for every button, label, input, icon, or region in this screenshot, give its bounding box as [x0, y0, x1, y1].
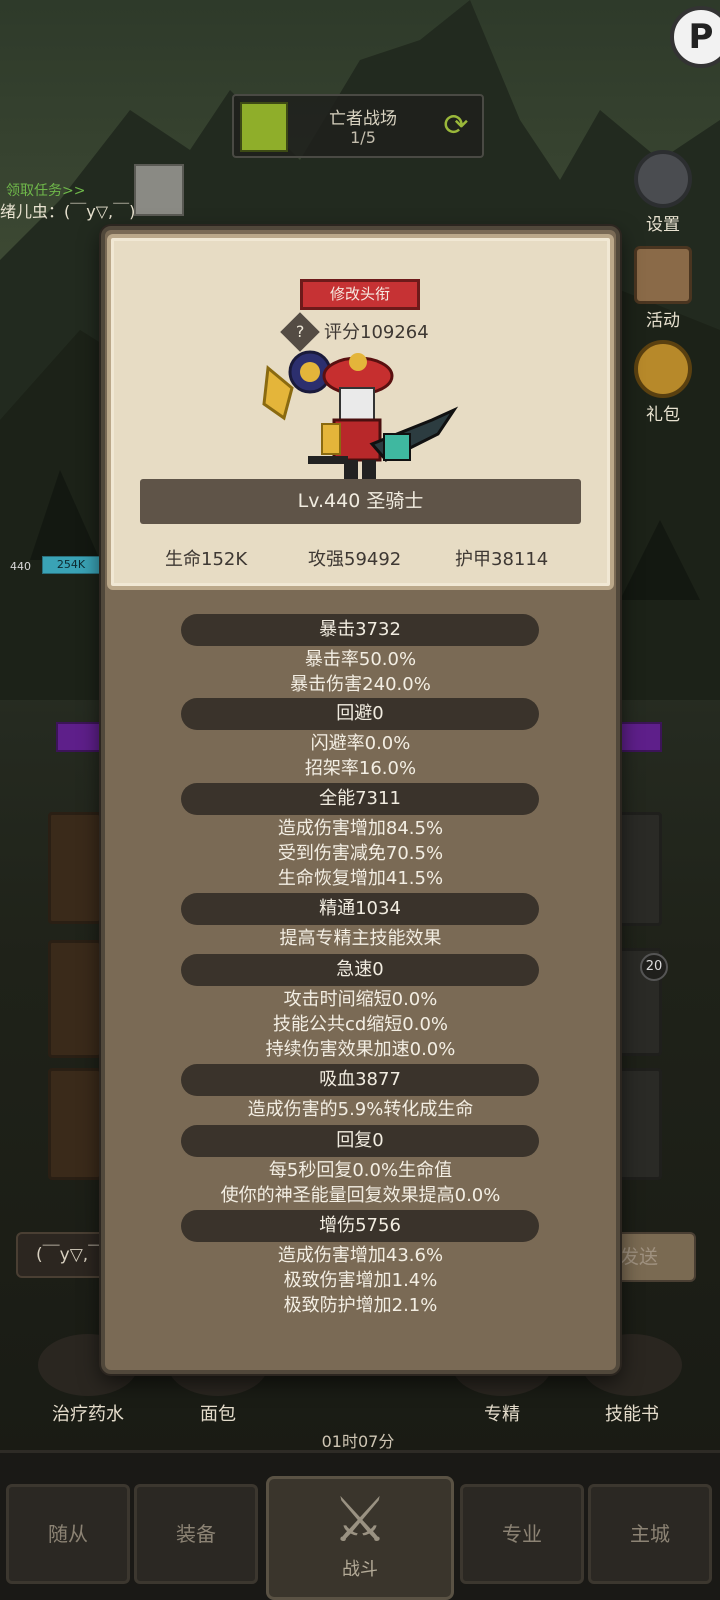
- stat-line: 极致防护增加2.1%: [283, 1295, 438, 1316]
- skill-slot-3[interactable]: [48, 1068, 102, 1180]
- stat-line: 造成伤害增加43.6%: [277, 1245, 444, 1266]
- stat-line: 持续伤害效果加速0.0%: [265, 1039, 456, 1060]
- settings-button[interactable]: 设置: [620, 150, 706, 235]
- stat-line: 受到伤害减免70.5%: [277, 843, 444, 864]
- score-label: 评分109264: [324, 322, 429, 343]
- stat-header-versatility: 全能7311: [181, 783, 539, 815]
- armor-stat: 护甲38114: [455, 549, 549, 570]
- nav-tab-battle[interactable]: ⚔ 战斗: [266, 1476, 454, 1600]
- nav-tab-equipment[interactable]: 装备: [134, 1484, 258, 1584]
- stage-indicator[interactable]: 亡者战场 1/5 ⟳: [232, 94, 484, 158]
- stat-line: 暴击率50.0%: [304, 649, 417, 670]
- chat-avatar-box: [134, 164, 184, 216]
- refresh-icon[interactable]: ⟳: [438, 108, 474, 144]
- activity-board-icon: [634, 246, 692, 304]
- stat-header-damage-boost: 增伤5756: [181, 1210, 539, 1242]
- stat-header-recovery: 回复0: [181, 1125, 539, 1157]
- slot-count-badge: 20: [640, 953, 668, 981]
- stat-header-lifesteal: 吸血3877: [181, 1064, 539, 1096]
- stat-line: 造成伤害增加84.5%: [277, 818, 444, 839]
- stat-header-mastery: 精通1034: [181, 893, 539, 925]
- gift-label: 礼包: [646, 405, 680, 425]
- nav-tab-main-city[interactable]: 主城: [588, 1484, 712, 1584]
- quest-link[interactable]: 领取任务>>: [6, 180, 85, 200]
- hp-stat: 生命152K: [165, 549, 248, 570]
- unit-level-tag: 440: [10, 560, 31, 573]
- gift-pot-icon: [634, 340, 692, 398]
- stat-line: 攻击时间缩短0.0%: [283, 989, 438, 1010]
- stat-line: 技能公共cd缩短0.0%: [272, 1014, 449, 1035]
- crossed-swords-icon: ⚔: [332, 1483, 388, 1556]
- stage-progress: 1/5: [350, 128, 376, 147]
- skill-slot-2[interactable]: [48, 940, 102, 1058]
- specialization-label: 专精: [484, 1404, 520, 1425]
- stat-line: 极致伤害增加1.4%: [283, 1270, 438, 1291]
- stat-line: 生命恢复增加41.5%: [277, 868, 444, 889]
- activity-label: 活动: [646, 311, 680, 331]
- rename-title-button[interactable]: 修改头衔: [300, 279, 420, 310]
- stat-header-crit: 暴击3732: [181, 614, 539, 646]
- stat-line: 造成伤害的5.9%转化成生命: [247, 1099, 474, 1120]
- bread-label: 面包: [200, 1404, 236, 1425]
- stat-line: 闪避率0.0%: [310, 733, 411, 754]
- stage-color-swatch: [240, 102, 288, 152]
- nav-tab-followers[interactable]: 随从: [6, 1484, 130, 1584]
- nav-tab-battle-label: 战斗: [342, 1559, 378, 1580]
- skill-book-label: 技能书: [605, 1404, 659, 1425]
- gear-icon: [634, 150, 692, 208]
- stat-line: 暴击伤害240.0%: [290, 674, 431, 695]
- stat-line: 提高专精主技能效果: [279, 928, 442, 949]
- activity-button[interactable]: 活动: [620, 246, 706, 331]
- stat-line: 每5秒回复0.0%生命值: [268, 1160, 453, 1181]
- paladin-avatar-icon: [262, 350, 459, 480]
- stat-line: 招架率16.0%: [304, 758, 417, 779]
- stat-header-haste: 急速0: [181, 954, 539, 986]
- stat-header-avoidance: 回避0: [181, 698, 539, 730]
- nav-tab-profession[interactable]: 专业: [460, 1484, 584, 1584]
- gift-button[interactable]: 礼包: [620, 340, 706, 425]
- unit-hp-bar: 254K: [42, 556, 100, 574]
- settings-label: 设置: [646, 215, 680, 235]
- level-class-banner: Lv.440 圣骑士: [140, 479, 581, 524]
- chat-message: 绪儿虫：(￣y▽,￣): [0, 202, 136, 221]
- skill-slot-1[interactable]: [48, 812, 102, 924]
- stat-line: 使你的神圣能量回复效果提高0.0%: [220, 1185, 501, 1206]
- stage-title: 亡者战场: [329, 109, 397, 129]
- potion-label: 治疗药水: [52, 1404, 124, 1425]
- energy-bar-left: [56, 722, 102, 752]
- chest-timer: 01时07分: [321, 1432, 395, 1451]
- attack-stat: 攻强59492: [308, 549, 402, 570]
- chat-input[interactable]: (￣y▽,￣): [16, 1232, 114, 1278]
